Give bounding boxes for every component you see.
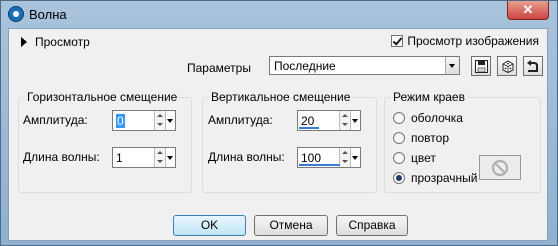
vertical-wavelength-label: Длина волны: bbox=[208, 150, 285, 164]
randomize-button[interactable] bbox=[497, 56, 517, 76]
title-bar[interactable]: Волна ✕ bbox=[1, 1, 557, 28]
horizontal-amplitude-value: 0 bbox=[116, 114, 125, 128]
edge-mode-radio-transparent[interactable] bbox=[393, 172, 405, 184]
horizontal-amplitude-label: Амплитуда: bbox=[23, 113, 88, 127]
reset-button[interactable] bbox=[523, 56, 543, 76]
cancel-button[interactable]: Отмена bbox=[254, 215, 328, 236]
amplitude-level-bar bbox=[299, 127, 319, 129]
edge-mode-group: Режим краев оболочка повтор цвет прозрач… bbox=[384, 90, 541, 193]
undo-arrow-icon bbox=[527, 59, 538, 72]
edge-mode-label-wrap: оболочка bbox=[411, 111, 463, 125]
window-title: Волна bbox=[29, 7, 67, 22]
edge-mode-label-color: цвет bbox=[411, 151, 436, 165]
edge-mode-option-repeat[interactable]: повтор bbox=[393, 131, 449, 145]
ok-button[interactable]: OK bbox=[173, 215, 246, 236]
horizontal-wavelength-input[interactable]: 1 bbox=[112, 147, 176, 168]
vertical-amplitude-value: 20 bbox=[301, 114, 315, 128]
edge-mode-radio-color[interactable] bbox=[393, 152, 405, 164]
chevron-down-icon[interactable] bbox=[350, 148, 360, 167]
horizontal-offset-group: Горизонтальное смещение Амплитуда: 0 Дли… bbox=[18, 90, 192, 193]
vertical-wavelength-input[interactable]: 100 bbox=[297, 147, 361, 168]
edge-mode-option-color[interactable]: цвет bbox=[393, 151, 436, 165]
show-preview-label: Просмотр изображения bbox=[407, 34, 539, 48]
horizontal-wavelength-value: 1 bbox=[116, 151, 123, 165]
edge-mode-radio-repeat[interactable] bbox=[393, 132, 405, 144]
dialog-window: Волна ✕ Просмотр Просмотр изображения Па… bbox=[0, 0, 558, 246]
floppy-disk-icon bbox=[474, 59, 488, 73]
vertical-amplitude-label: Амплитуда: bbox=[208, 113, 273, 127]
close-button[interactable]: ✕ bbox=[507, 1, 549, 20]
expand-triangle-icon bbox=[21, 37, 27, 47]
horizontal-wavelength-label: Длина волны: bbox=[23, 150, 100, 164]
edge-mode-title: Режим краев bbox=[391, 90, 467, 104]
horizontal-amplitude-input[interactable]: 0 bbox=[112, 110, 176, 131]
preset-value: Последние bbox=[274, 59, 336, 73]
edge-color-swatch[interactable] bbox=[479, 155, 521, 180]
app-icon bbox=[8, 6, 24, 22]
edge-mode-label-transparent: прозрачный bbox=[411, 171, 478, 185]
edge-mode-option-wrap[interactable]: оболочка bbox=[393, 111, 463, 125]
show-preview-checkbox[interactable] bbox=[391, 35, 404, 47]
vertical-offset-group: Вертикальное смещение Амплитуда: 20 Длин… bbox=[202, 90, 377, 193]
edge-mode-radio-wrap[interactable] bbox=[393, 112, 405, 124]
preview-toggle[interactable]: Просмотр bbox=[21, 35, 90, 49]
chevron-down-icon[interactable] bbox=[165, 148, 175, 167]
preset-combobox[interactable]: Последние bbox=[269, 56, 460, 75]
preview-toggle-label: Просмотр bbox=[35, 35, 90, 49]
no-color-icon bbox=[491, 159, 509, 176]
chevron-down-icon[interactable] bbox=[165, 111, 175, 130]
vertical-offset-title: Вертикальное смещение bbox=[209, 90, 353, 104]
vertical-wavelength-value: 100 bbox=[301, 151, 322, 165]
help-button[interactable]: Справка bbox=[336, 215, 408, 236]
chevron-down-icon[interactable] bbox=[350, 111, 360, 130]
dice-icon bbox=[502, 59, 513, 73]
vertical-amplitude-input[interactable]: 20 bbox=[297, 110, 361, 131]
wavelength-level-bar bbox=[299, 164, 340, 166]
horizontal-offset-title: Горизонтальное смещение bbox=[25, 90, 180, 104]
dialog-client: Просмотр Просмотр изображения Параметры … bbox=[8, 28, 548, 241]
show-preview-option[interactable]: Просмотр изображения bbox=[391, 34, 539, 48]
edge-mode-label-repeat: повтор bbox=[411, 131, 449, 145]
save-preset-button[interactable] bbox=[471, 56, 491, 76]
edge-mode-option-transparent[interactable]: прозрачный bbox=[393, 171, 478, 185]
parameters-label: Параметры bbox=[187, 61, 251, 75]
chevron-down-icon[interactable] bbox=[445, 57, 459, 74]
